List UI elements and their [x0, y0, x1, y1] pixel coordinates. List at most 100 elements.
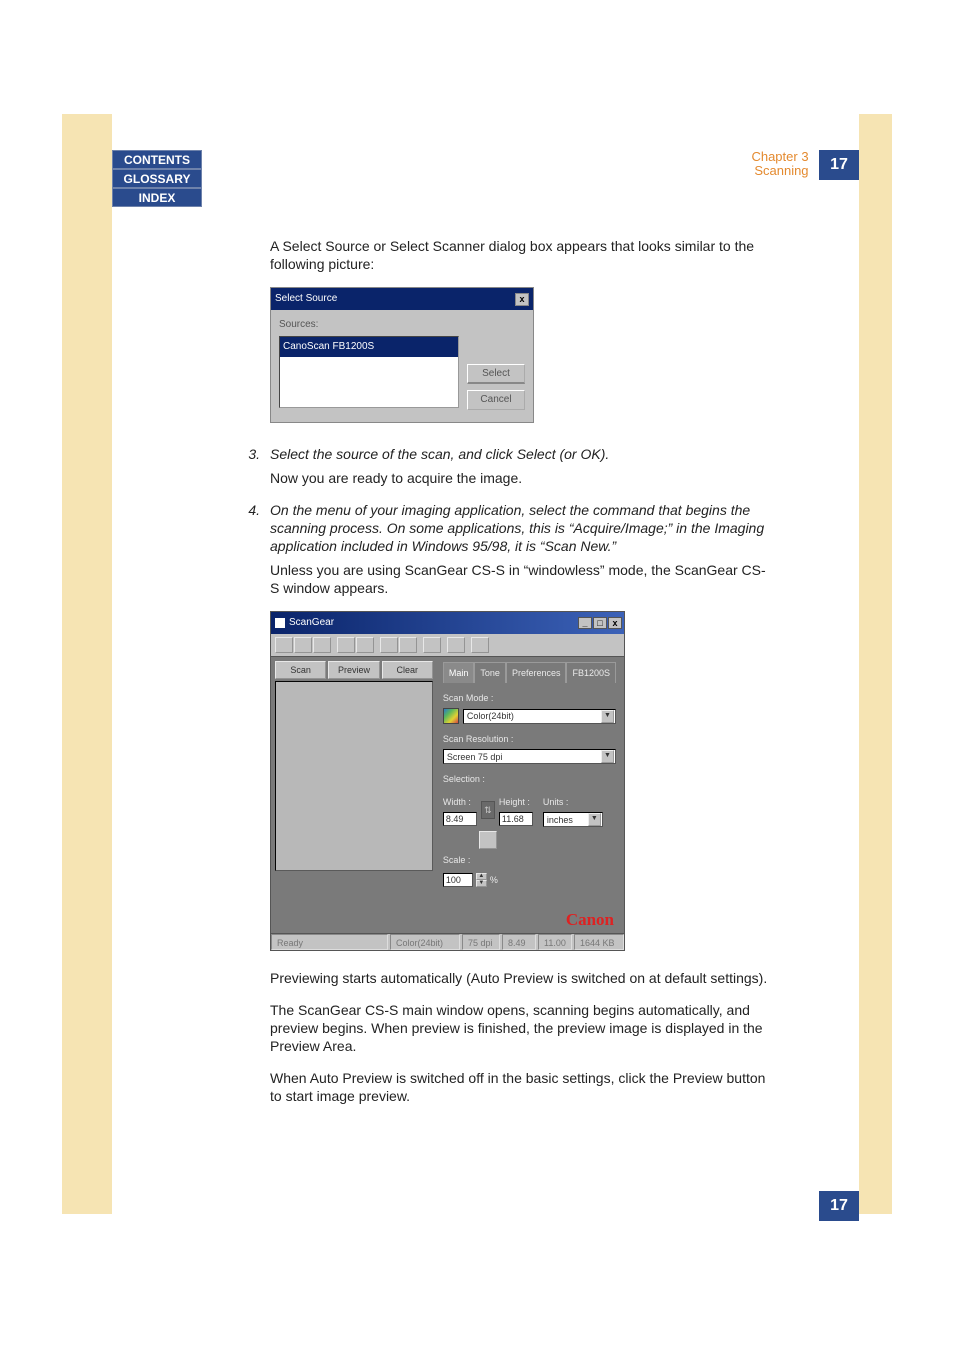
chapter-title: Scanning: [751, 164, 808, 178]
units-value: inches: [547, 811, 573, 829]
units-dropdown[interactable]: inches ▼: [543, 812, 603, 827]
autopreview-off-paragraph: When Auto Preview is switched off in the…: [270, 1069, 772, 1105]
chevron-down-icon[interactable]: ▼: [601, 750, 614, 763]
tab-main[interactable]: Main: [443, 662, 475, 683]
tab-device[interactable]: FB1200S: [566, 662, 616, 683]
width-label: Width :: [443, 793, 477, 811]
scanmode-label: Scan Mode :: [443, 689, 616, 707]
step-4-follow: Unless you are using ScanGear CS-S in “w…: [270, 561, 772, 597]
status-height: 11.00: [538, 934, 572, 950]
preview-area[interactable]: [275, 681, 433, 871]
step-number: 4.: [242, 501, 270, 555]
units-label: Units :: [543, 793, 616, 811]
scan-button[interactable]: Scan: [275, 661, 326, 679]
sources-listbox[interactable]: CanoScan FB1200S: [279, 336, 459, 408]
step-3: 3. Select the source of the scan, and cl…: [242, 445, 772, 463]
status-mode: Color(24bit): [390, 934, 460, 950]
source-item[interactable]: CanoScan FB1200S: [280, 337, 458, 357]
select-button[interactable]: Select: [467, 364, 525, 384]
right-decorative-stripe: [859, 114, 892, 1214]
window-title: ScanGear: [289, 614, 334, 632]
toolbar-button[interactable]: [447, 637, 465, 653]
contents-link[interactable]: CONTENTS: [112, 150, 202, 169]
scanmode-value: Color(24bit): [467, 707, 514, 725]
height-field[interactable]: 11.68: [499, 812, 533, 826]
selection-label: Selection :: [443, 770, 616, 788]
toolbar-button[interactable]: [313, 637, 331, 653]
scanres-dropdown[interactable]: Screen 75 dpi ▼: [443, 749, 616, 764]
maximize-icon[interactable]: □: [593, 617, 607, 629]
page-content: A Select Source or Select Scanner dialog…: [242, 237, 772, 1119]
toolbar-button[interactable]: [275, 637, 293, 653]
step-3-follow: Now you are ready to acquire the image.: [270, 469, 772, 487]
mainwindow-paragraph: The ScanGear CS-S main window opens, sca…: [270, 1001, 772, 1055]
intro-paragraph: A Select Source or Select Scanner dialog…: [270, 237, 772, 273]
help-icon[interactable]: [471, 637, 489, 653]
step-4: 4. On the menu of your imaging applicati…: [242, 501, 772, 555]
dialog-buttons: Select Cancel: [467, 316, 525, 412]
dialog-titlebar: Select Source x: [271, 288, 533, 310]
close-icon[interactable]: x: [515, 293, 529, 306]
minimize-icon[interactable]: _: [578, 617, 592, 629]
scale-field[interactable]: 100: [443, 873, 473, 887]
link-icon[interactable]: ⇅: [481, 801, 495, 819]
page-header: Chapter 3 Scanning 17: [739, 150, 859, 180]
clear-button[interactable]: Clear: [382, 661, 433, 679]
sources-panel: Sources: CanoScan FB1200S: [279, 316, 459, 412]
page-number-top: 17: [819, 150, 859, 180]
chapter-label: Chapter 3 Scanning: [751, 150, 808, 178]
scale-spinner[interactable]: ▲ ▼: [476, 873, 487, 887]
preview-paragraph: Previewing starts automatically (Auto Pr…: [270, 969, 772, 987]
toolbar-button[interactable]: [356, 637, 374, 653]
status-bar: Ready Color(24bit) 75 dpi 8.49 11.00 164…: [271, 933, 624, 950]
toolbar-button[interactable]: [337, 637, 355, 653]
spin-down-icon[interactable]: ▼: [476, 880, 487, 887]
step-text: Select the source of the scan, and click…: [270, 445, 772, 463]
reset-selection-icon[interactable]: [479, 831, 497, 849]
preview-button[interactable]: Preview: [328, 661, 379, 679]
scanmode-dropdown[interactable]: Color(24bit) ▼: [463, 709, 616, 724]
glossary-link[interactable]: GLOSSARY: [112, 169, 202, 188]
toolbar: [271, 634, 624, 657]
toolbar-button[interactable]: [380, 637, 398, 653]
scangear-window: ScanGear _ □ x: [270, 611, 625, 951]
toolbar-button[interactable]: [423, 637, 441, 653]
settings-panel: Main Tone Preferences FB1200S Scan Mode …: [437, 657, 624, 933]
cancel-button[interactable]: Cancel: [467, 390, 525, 410]
status-size: 1644 KB: [574, 934, 624, 950]
settings-tabs: Main Tone Preferences FB1200S: [443, 662, 616, 683]
scanres-label: Scan Resolution :: [443, 730, 616, 748]
chevron-down-icon[interactable]: ▼: [601, 710, 614, 723]
scale-label: Scale :: [443, 851, 616, 869]
percent-label: %: [490, 871, 498, 889]
page-number-bottom: 17: [819, 1191, 859, 1221]
step-number: 3.: [242, 445, 270, 463]
step-text: On the menu of your imaging application,…: [270, 501, 772, 555]
toolbar-button[interactable]: [294, 637, 312, 653]
close-icon[interactable]: x: [608, 617, 622, 629]
scanres-value: Screen 75 dpi: [447, 748, 503, 766]
select-source-dialog: Select Source x Sources: CanoScan FB1200…: [270, 287, 534, 423]
nav-box: CONTENTS GLOSSARY INDEX: [112, 150, 202, 207]
color-mode-icon: [443, 708, 459, 724]
height-label: Height :: [499, 793, 533, 811]
index-link[interactable]: INDEX: [112, 188, 202, 207]
tab-preferences[interactable]: Preferences: [506, 662, 567, 683]
width-field[interactable]: 8.49: [443, 812, 477, 826]
spin-up-icon[interactable]: ▲: [476, 873, 487, 880]
dialog-body: Sources: CanoScan FB1200S Select Cancel: [271, 310, 533, 422]
status-ready: Ready: [271, 934, 388, 950]
app-icon: [275, 618, 285, 628]
chevron-down-icon[interactable]: ▼: [588, 813, 601, 826]
toolbar-button[interactable]: [399, 637, 417, 653]
canon-logo: Canon: [443, 911, 616, 929]
sources-label: Sources:: [279, 316, 459, 334]
dialog-title: Select Source: [275, 290, 337, 308]
left-decorative-stripe: [62, 114, 112, 1214]
preview-panel: Scan Preview Clear: [271, 657, 437, 933]
tab-tone[interactable]: Tone: [474, 662, 506, 683]
status-width: 8.49: [502, 934, 536, 950]
window-titlebar: ScanGear _ □ x: [271, 612, 624, 634]
status-dpi: 75 dpi: [462, 934, 500, 950]
chapter-number: Chapter 3: [751, 150, 808, 164]
